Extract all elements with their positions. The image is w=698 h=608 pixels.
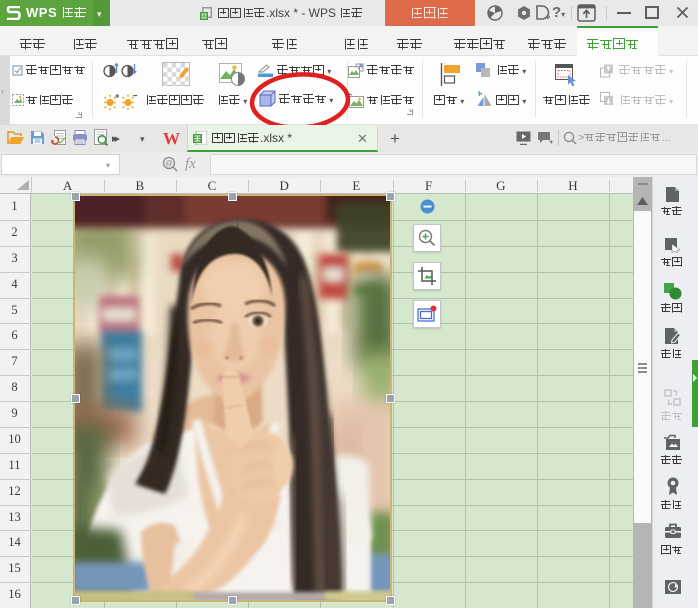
svg-text:@: @ [165,159,173,168]
